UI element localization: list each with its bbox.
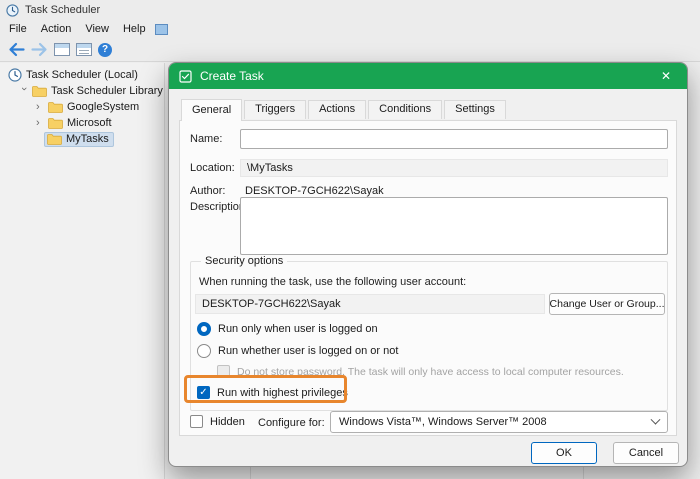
- account-hint: When running the task, use the following…: [199, 276, 466, 288]
- navigation-tree: Task Scheduler (Local) › Task Scheduler …: [0, 63, 165, 479]
- create-task-icon: [179, 70, 192, 83]
- menu-file[interactable]: File: [2, 21, 34, 37]
- toolbar: ?: [0, 38, 700, 62]
- author-value: DESKTOP-7GCH622\Sayak: [245, 185, 384, 197]
- selected-tree-item: MyTasks: [44, 132, 114, 147]
- menu-view[interactable]: View: [78, 21, 116, 37]
- menu-action[interactable]: Action: [34, 21, 79, 37]
- menu-bar: File Action View Help: [0, 20, 700, 38]
- radio-row-logged-on: Run only when user is logged on: [197, 322, 378, 336]
- configure-for-value: Windows Vista™, Windows Server™ 2008: [339, 416, 547, 428]
- create-task-dialog: Create Task ✕ General Triggers Actions C…: [168, 62, 688, 467]
- help-icon[interactable]: ?: [98, 43, 112, 57]
- general-tab-panel: Name: Location: \MyTasks Author: DESKTOP…: [179, 120, 677, 436]
- tab-strip: General Triggers Actions Conditions Sett…: [181, 99, 508, 120]
- chevron-collapsed-icon[interactable]: ›: [36, 119, 44, 127]
- location-label: Location:: [190, 162, 235, 174]
- app-titlebar[interactable]: Task Scheduler: [0, 0, 700, 20]
- name-label: Name:: [190, 133, 222, 145]
- ok-button[interactable]: OK: [531, 442, 597, 464]
- back-button[interactable]: [8, 42, 25, 57]
- security-options-title: Security options: [201, 255, 287, 267]
- change-user-button[interactable]: Change User or Group...: [549, 293, 665, 315]
- tree-item-microsoft[interactable]: › Microsoft: [0, 115, 164, 131]
- configure-for-select[interactable]: Windows Vista™, Windows Server™ 2008: [330, 411, 668, 433]
- tree-item-label: Task Scheduler Library: [51, 85, 163, 97]
- tree-item-mytasks[interactable]: MyTasks: [0, 131, 164, 147]
- security-options-group: Security options When running the task, …: [190, 261, 668, 411]
- task-scheduler-app-icon: [6, 4, 19, 17]
- folder-icon: [48, 101, 63, 113]
- tab-general[interactable]: General: [181, 99, 242, 121]
- folder-icon: [48, 117, 63, 129]
- forward-button[interactable]: [31, 42, 48, 57]
- account-value: DESKTOP-7GCH622\Sayak: [195, 294, 545, 314]
- checkbox-no-password: [217, 365, 230, 378]
- tab-triggers[interactable]: Triggers: [244, 100, 306, 119]
- folder-icon: [47, 133, 62, 145]
- checkbox-hidden[interactable]: [190, 415, 203, 428]
- radio-run-whether[interactable]: [197, 344, 211, 358]
- description-input[interactable]: [240, 197, 668, 255]
- hidden-label: Hidden: [210, 416, 245, 428]
- tab-conditions[interactable]: Conditions: [368, 100, 442, 119]
- checkbox-highest-privileges-label: Run with highest privileges: [217, 387, 348, 399]
- chevron-collapsed-icon[interactable]: ›: [36, 103, 44, 111]
- name-input[interactable]: [240, 129, 668, 149]
- radio-run-whether-label: Run whether user is logged on or not: [218, 345, 398, 357]
- console-window-icon: [155, 24, 168, 35]
- tree-item-label: Task Scheduler (Local): [26, 69, 138, 81]
- menu-help[interactable]: Help: [116, 21, 153, 37]
- tree-item-task-scheduler-library[interactable]: › Task Scheduler Library: [0, 83, 164, 99]
- tab-settings[interactable]: Settings: [444, 100, 506, 119]
- no-password-row: Do not store password. The task will onl…: [217, 365, 624, 378]
- tab-actions[interactable]: Actions: [308, 100, 366, 119]
- cancel-button[interactable]: Cancel: [613, 442, 679, 464]
- configure-for-label: Configure for:: [258, 417, 325, 429]
- radio-run-logged-on-label: Run only when user is logged on: [218, 323, 378, 335]
- highest-privileges-row: ✓ Run with highest privileges: [197, 386, 348, 399]
- folder-icon: [32, 85, 47, 97]
- tree-item-label: GoogleSystem: [67, 101, 139, 113]
- dialog-title: Create Task: [200, 69, 264, 83]
- close-icon[interactable]: ✕: [645, 63, 687, 89]
- location-value: \MyTasks: [240, 159, 668, 177]
- dialog-titlebar[interactable]: Create Task ✕: [169, 63, 687, 89]
- clock-icon: [8, 68, 22, 82]
- export-list-icon[interactable]: [76, 43, 92, 56]
- app-title: Task Scheduler: [25, 4, 100, 16]
- tree-item-label: Microsoft: [67, 117, 112, 129]
- chevron-down-icon: [651, 414, 661, 424]
- hidden-row: Hidden: [190, 415, 245, 428]
- radio-run-logged-on[interactable]: [197, 322, 211, 336]
- chevron-expanded-icon[interactable]: ›: [20, 87, 28, 95]
- checkbox-no-password-label: Do not store password. The task will onl…: [237, 366, 624, 378]
- author-label: Author:: [190, 185, 225, 197]
- radio-row-whether: Run whether user is logged on or not: [197, 344, 398, 358]
- tree-item-label: MyTasks: [66, 133, 109, 145]
- tree-item-googlesystem[interactable]: › GoogleSystem: [0, 99, 164, 115]
- show-console-tree-icon[interactable]: [54, 43, 70, 56]
- tree-item-task-scheduler-local[interactable]: Task Scheduler (Local): [0, 67, 164, 83]
- checkbox-highest-privileges[interactable]: ✓: [197, 386, 210, 399]
